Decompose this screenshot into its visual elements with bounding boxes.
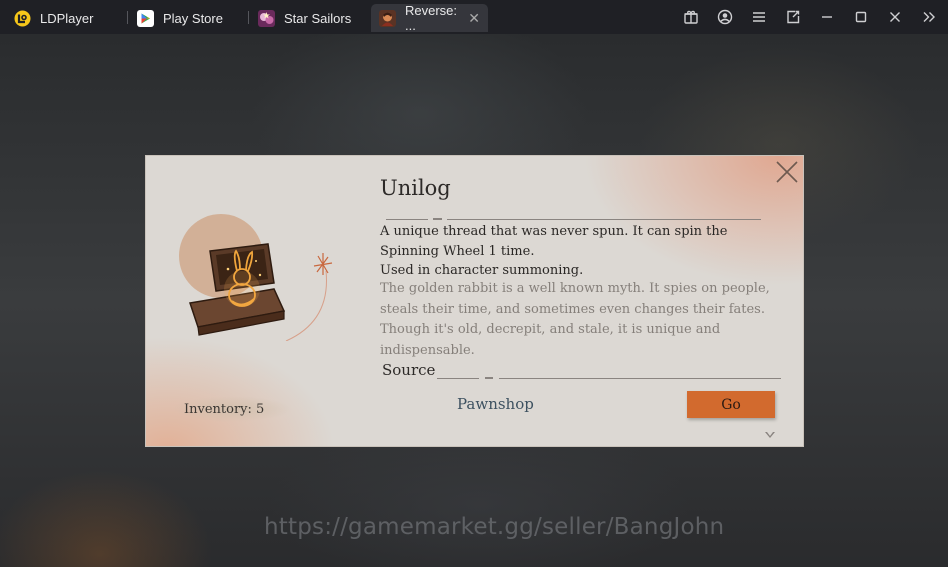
item-flavor-text: The golden rabbit is a well known myth. … [380,279,780,361]
scroll-down-icon [765,432,775,438]
item-title: Unilog [380,176,451,200]
tab-play-store[interactable]: Play Store [137,4,223,32]
tab-label: Reverse: ... [405,3,458,33]
tab-ldplayer[interactable]: LDPlayer [14,4,93,32]
tab-divider [127,11,128,24]
title-divider [386,219,428,220]
close-tab-icon[interactable]: ✕ [468,11,480,25]
tab-label: Star Sailors [284,10,352,26]
inventory-count: Inventory: 5 [184,402,265,417]
store-icon[interactable] [682,8,700,26]
flavor-line: steals their time, and sometimes even ch… [380,301,765,317]
close-icon[interactable] [886,8,904,26]
play-store-icon [137,9,154,27]
tab-divider [248,11,249,24]
item-description: A unique thread that was never spun. It … [380,222,780,281]
sync-icon[interactable] [784,8,802,26]
source-divider [485,377,493,379]
close-dialog-icon[interactable] [775,160,799,184]
description-line: Spinning Wheel 1 time. [380,243,535,259]
golden-rabbit-box-icon [179,214,333,341]
description-line: Used in character summoning. [380,263,584,278]
account-icon[interactable] [716,8,734,26]
go-button[interactable]: Go [687,391,775,418]
ldplayer-logo-icon [14,10,31,27]
tab-star-sailors[interactable]: Star Sailors [258,4,351,32]
decorative-glow [146,336,336,446]
title-bar: LDPlayer Play Store Star Sailors Reverse… [0,0,948,34]
description-line: A unique thread that was never spun. It … [380,224,728,239]
item-detail-dialog: Unilog A unique thread that was never sp… [145,155,804,447]
menu-icon[interactable] [750,8,768,26]
source-heading: Source [382,361,436,379]
flavor-line: The golden rabbit is a well known myth. … [380,281,770,296]
maximize-icon[interactable] [852,8,870,26]
source-divider [437,378,479,379]
title-divider [433,218,442,220]
flavor-line: Though it's old, decrepit, and stale, it… [380,322,721,337]
game-screen[interactable]: Unilog A unique thread that was never sp… [0,34,948,567]
title-divider [447,219,761,220]
source-pawnshop[interactable]: Pawnshop [457,395,534,413]
expand-sidebar-icon[interactable] [920,8,938,26]
tab-label: Play Store [163,10,223,26]
star-sailors-icon [258,9,275,27]
minimize-icon[interactable] [818,8,836,26]
watermark-text: https://gamemarket.gg/seller/BangJohn [264,514,725,540]
reverse-game-icon [379,9,396,27]
tab-label: LDPlayer [40,10,94,26]
flavor-line: indispensable. [380,342,475,358]
tab-reverse[interactable]: Reverse: ... ✕ [371,3,488,33]
source-divider [499,378,781,379]
